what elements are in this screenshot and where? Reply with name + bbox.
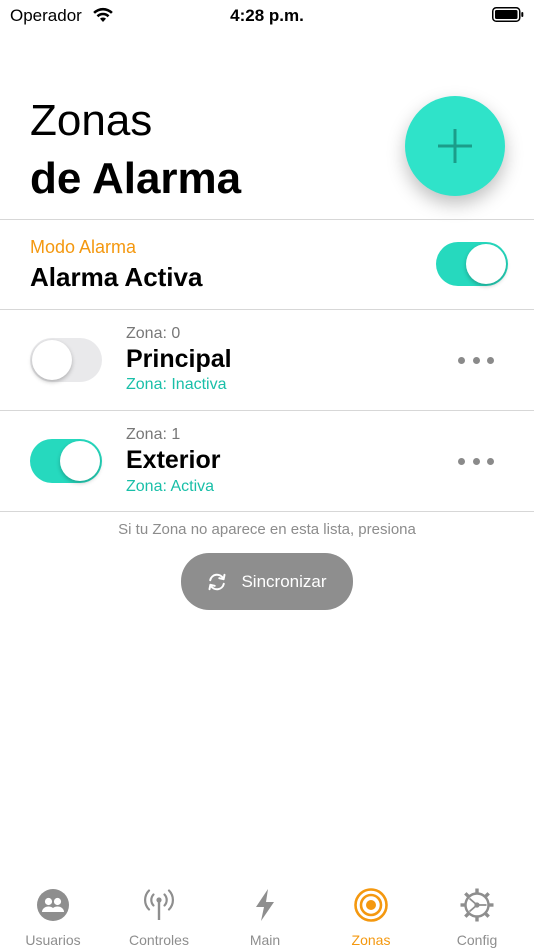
zone-name: Principal xyxy=(126,345,232,373)
more-options-icon[interactable] xyxy=(458,355,494,365)
tab-label: Main xyxy=(249,932,281,948)
tab-label: Usuarios xyxy=(25,932,81,948)
page-title-line1: Zonas xyxy=(30,96,153,145)
gear-icon xyxy=(460,888,494,922)
alarm-mode-status: Alarma Activa xyxy=(30,262,203,292)
tab-main[interactable]: Main xyxy=(212,880,318,950)
tab-bar: Usuarios Controles Main Zonas Config xyxy=(0,880,534,950)
add-zone-button[interactable] xyxy=(405,96,505,196)
zone-toggle-exterior[interactable] xyxy=(30,439,102,483)
zone-name: Exterior xyxy=(126,446,221,474)
zone-state: Zona: Activa xyxy=(126,478,215,495)
lightning-icon xyxy=(256,889,274,921)
tab-controles[interactable]: Controles xyxy=(106,880,212,950)
divider xyxy=(0,410,534,411)
status-time: 4:28 p.m. xyxy=(230,6,304,25)
divider xyxy=(0,309,534,310)
refresh-icon xyxy=(208,573,226,590)
users-icon xyxy=(37,889,69,921)
tab-config[interactable]: Config xyxy=(424,880,530,950)
antenna-icon xyxy=(144,889,174,920)
more-options-icon[interactable] xyxy=(458,456,494,466)
zone-number: Zona: 0 xyxy=(126,325,181,342)
toggle-knob xyxy=(466,244,506,284)
status-bar: Operador 4:28 p.m. xyxy=(0,0,534,32)
sync-hint-text: Si tu Zona no aparece en esta lista, pre… xyxy=(118,521,416,538)
divider xyxy=(0,511,534,512)
zone-toggle-principal[interactable] xyxy=(30,338,102,382)
target-icon xyxy=(354,888,388,922)
alarm-mode-label: Modo Alarma xyxy=(30,237,137,257)
battery-icon xyxy=(492,7,524,22)
tab-zonas[interactable]: Zonas xyxy=(318,880,424,950)
tab-label: Controles xyxy=(129,932,189,948)
sync-button-label: Sincronizar xyxy=(241,571,327,591)
plus-icon xyxy=(438,129,472,163)
zone-state: Zona: Inactiva xyxy=(126,376,227,393)
toggle-knob xyxy=(32,340,72,380)
page-title-line2: de Alarma xyxy=(30,154,242,203)
tab-usuarios[interactable]: Usuarios xyxy=(0,880,106,950)
sync-button[interactable]: Sincronizar xyxy=(181,553,353,610)
tab-label: Config xyxy=(456,932,498,948)
toggle-knob xyxy=(60,441,100,481)
tab-label: Zonas xyxy=(351,932,391,948)
zone-number: Zona: 1 xyxy=(126,426,181,443)
page-title: Zonas de Alarma xyxy=(30,92,241,208)
alarm-mode-toggle[interactable] xyxy=(436,242,508,286)
divider xyxy=(0,219,534,220)
